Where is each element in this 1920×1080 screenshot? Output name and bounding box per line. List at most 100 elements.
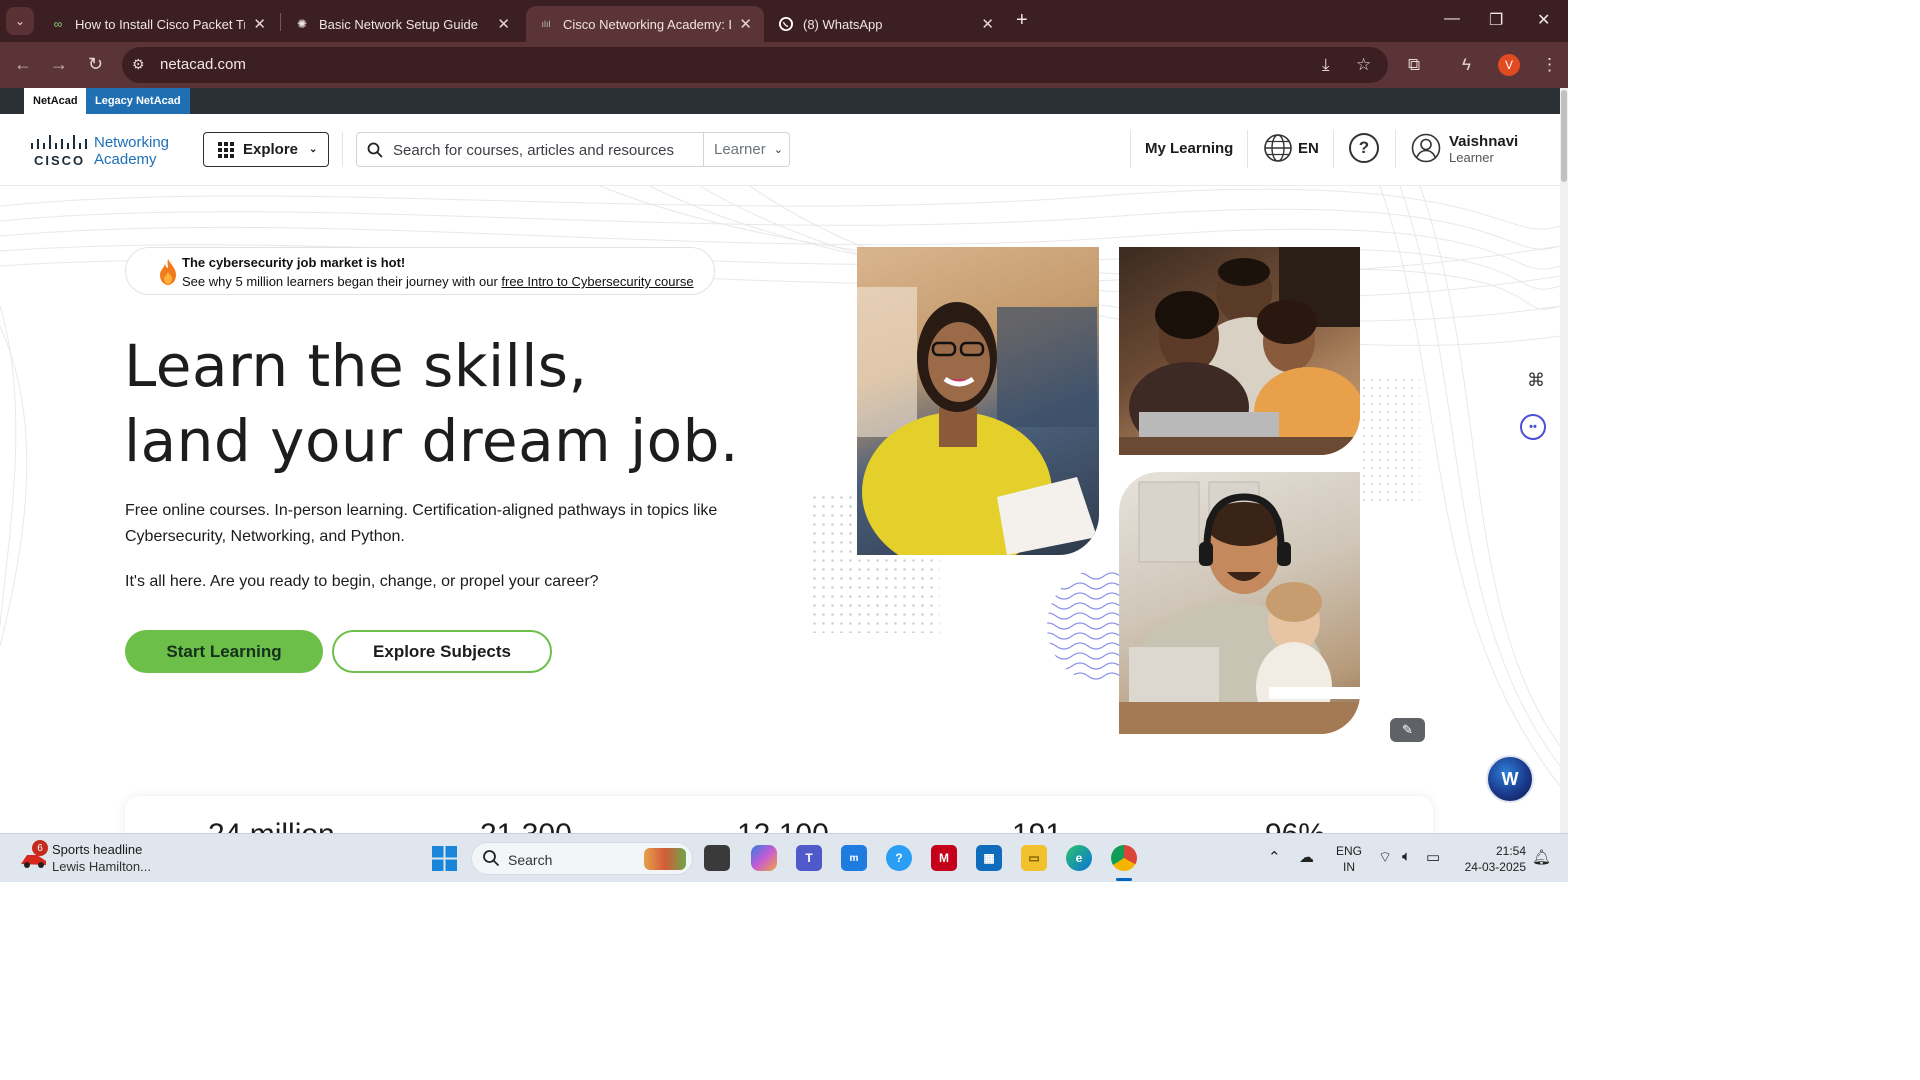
news-widget-title[interactable]: Sports headline xyxy=(52,842,142,857)
wifi-icon[interactable]: ⌔ xyxy=(1378,848,1392,867)
news-widget-subtitle[interactable]: Lewis Hamilton... xyxy=(52,859,151,874)
system-clock[interactable]: 21:54 24-03-2025 xyxy=(1456,843,1526,875)
hero-headline-line-1: Learn the skills, xyxy=(124,332,588,400)
my-learning-link[interactable]: My Learning xyxy=(1145,140,1233,157)
help-icon[interactable]: ? xyxy=(1349,133,1379,163)
divider xyxy=(1333,130,1334,168)
chat-assistant-button[interactable]: W xyxy=(1486,755,1534,803)
hero-section: The cybersecurity job market is hot! See… xyxy=(0,186,1560,833)
chevron-up-icon[interactable]: ⌃ xyxy=(1268,848,1281,866)
forward-arrow-icon[interactable]: → xyxy=(50,54,68,75)
hero-description: Free online courses. In-person learning.… xyxy=(125,502,718,545)
clock-time: 21:54 xyxy=(1495,844,1526,858)
browser-tab-4[interactable]: (8) WhatsApp ✕ xyxy=(766,6,1006,42)
assistant-face-icon[interactable]: •• xyxy=(1520,414,1546,440)
mcafee-icon[interactable]: M xyxy=(931,845,957,871)
tab-search-menu-button[interactable]: ⌄ xyxy=(6,7,34,35)
browser-tab-1[interactable]: ∞ How to Install Cisco Packet Trac ✕ xyxy=(38,6,278,42)
clock-date: 24-03-2025 xyxy=(1464,860,1526,874)
user-avatar-icon[interactable] xyxy=(1411,133,1441,163)
windows-start-icon[interactable] xyxy=(432,846,457,871)
close-icon[interactable]: ✕ xyxy=(739,15,752,33)
close-icon[interactable]: ✕ xyxy=(497,15,510,33)
hero-photo-father-child xyxy=(1119,472,1360,734)
extensions-icon[interactable]: ⧉ xyxy=(1408,55,1420,75)
copilot-icon[interactable] xyxy=(751,845,777,871)
promo-course-link[interactable]: free Intro to Cybersecurity course xyxy=(501,274,693,289)
promo-title: The cybersecurity job market is hot! xyxy=(182,255,406,270)
start-learning-button[interactable]: Start Learning xyxy=(125,630,323,673)
new-tab-button[interactable]: + xyxy=(1016,9,1028,32)
decorative-dot-grid xyxy=(1360,376,1420,506)
install-app-icon[interactable]: ⤓ xyxy=(1322,55,1330,75)
user-role: Learner xyxy=(1449,150,1494,165)
browser-tab-3[interactable]: ılıl Cisco Networking Academy: Lea ✕ xyxy=(526,6,764,42)
teams-icon[interactable]: T xyxy=(796,845,822,871)
stat-value: 96% xyxy=(1265,818,1325,833)
hero-photo-learner-woman xyxy=(857,247,1099,555)
site-search-input[interactable]: Search for courses, articles and resourc… xyxy=(356,132,790,167)
scrollbar-thumb[interactable] xyxy=(1561,90,1567,182)
mylife-icon[interactable]: m xyxy=(841,845,867,871)
netacad-tab[interactable]: NetAcad xyxy=(24,88,87,114)
input-language-indicator[interactable]: ENG IN xyxy=(1336,843,1362,875)
taskbar-search-box[interactable]: Search xyxy=(471,842,693,875)
windows-taskbar: 6 Sports headline Lewis Hamilton... Sear… xyxy=(0,833,1568,882)
magic-wand-button[interactable]: ✎ xyxy=(1390,718,1425,742)
page-scrollbar[interactable] xyxy=(1560,88,1568,833)
edge-icon[interactable]: e xyxy=(1066,845,1092,871)
logo-text: Networking Academy xyxy=(94,134,169,168)
volume-icon[interactable]: 🔈︎ xyxy=(1402,848,1411,865)
battery-icon[interactable]: ▭ xyxy=(1426,848,1440,866)
command-key-icon[interactable]: ⌘ xyxy=(1527,370,1545,391)
legacy-netacad-tab[interactable]: Legacy NetAcad xyxy=(86,88,190,114)
tab-title: Basic Network Setup Guide xyxy=(319,16,478,32)
site-header: CISCO Networking Academy Explore ⌄ Searc… xyxy=(0,114,1560,186)
chevron-down-icon: ⌄ xyxy=(309,144,318,155)
tab-title: How to Install Cisco Packet Trac xyxy=(75,16,246,32)
tab-title: (8) WhatsApp xyxy=(803,16,883,32)
notifications-icon[interactable]: 🔔︎ xyxy=(1532,848,1551,866)
cisco-wordmark: CISCO xyxy=(34,153,86,168)
reload-icon[interactable]: ↻ xyxy=(88,54,103,75)
user-name[interactable]: Vaishnavi xyxy=(1449,133,1518,150)
cisco-bars-icon xyxy=(31,135,87,149)
back-arrow-icon[interactable]: ← xyxy=(14,54,32,75)
explore-subjects-button[interactable]: Explore Subjects xyxy=(332,630,552,673)
restore-icon[interactable]: ❐ xyxy=(1489,10,1503,30)
explore-label: Explore xyxy=(243,141,299,158)
role-select[interactable]: Learner ⌄ xyxy=(703,133,790,166)
window-close-icon[interactable]: ✕ xyxy=(1537,10,1550,30)
news-count-badge: 6 xyxy=(32,840,48,856)
tab-title: Cisco Networking Academy: Lea xyxy=(563,16,731,32)
microsoft-store-icon[interactable]: ▦ xyxy=(976,845,1002,871)
divider xyxy=(342,132,343,167)
browser-menu-icon[interactable]: ⋮ xyxy=(1541,55,1558,75)
get-help-icon[interactable]: ? xyxy=(886,845,912,871)
explore-menu-button[interactable]: Explore ⌄ xyxy=(203,132,329,167)
performance-icon[interactable]: ϟ xyxy=(1462,55,1471,75)
active-app-indicator xyxy=(1116,878,1132,881)
chevron-down-icon: ⌄ xyxy=(773,144,783,156)
cybersecurity-promo-banner[interactable]: The cybersecurity job market is hot! See… xyxy=(125,247,715,295)
onedrive-cloud-icon[interactable]: ☁ xyxy=(1299,848,1314,866)
globe-icon[interactable] xyxy=(1263,133,1293,163)
task-view-icon[interactable] xyxy=(704,845,730,871)
chrome-icon[interactable] xyxy=(1111,845,1137,871)
close-icon[interactable]: ✕ xyxy=(253,15,266,33)
minimize-icon[interactable]: — xyxy=(1444,10,1460,28)
divider xyxy=(1247,130,1248,168)
divider xyxy=(1395,130,1396,168)
search-highlight-art xyxy=(644,848,686,870)
file-explorer-icon[interactable]: ▭ xyxy=(1021,845,1047,871)
bookmark-star-icon[interactable]: ☆ xyxy=(1356,55,1371,75)
profile-avatar[interactable]: V xyxy=(1498,54,1520,76)
browser-tab-bar: ⌄ ∞ How to Install Cisco Packet Trac ✕ ✺… xyxy=(0,0,1568,42)
address-bar[interactable]: ⚙ netacad.com ⤓ ☆ xyxy=(122,47,1388,83)
browser-tab-2[interactable]: ✺ Basic Network Setup Guide ✕ xyxy=(282,6,522,42)
role-select-value: Learner xyxy=(714,141,766,158)
language-selector[interactable]: EN xyxy=(1298,140,1319,157)
close-icon[interactable]: ✕ xyxy=(981,15,994,33)
site-settings-icon[interactable]: ⚙ xyxy=(132,56,145,73)
cisco-icon: ılıl xyxy=(541,19,551,29)
